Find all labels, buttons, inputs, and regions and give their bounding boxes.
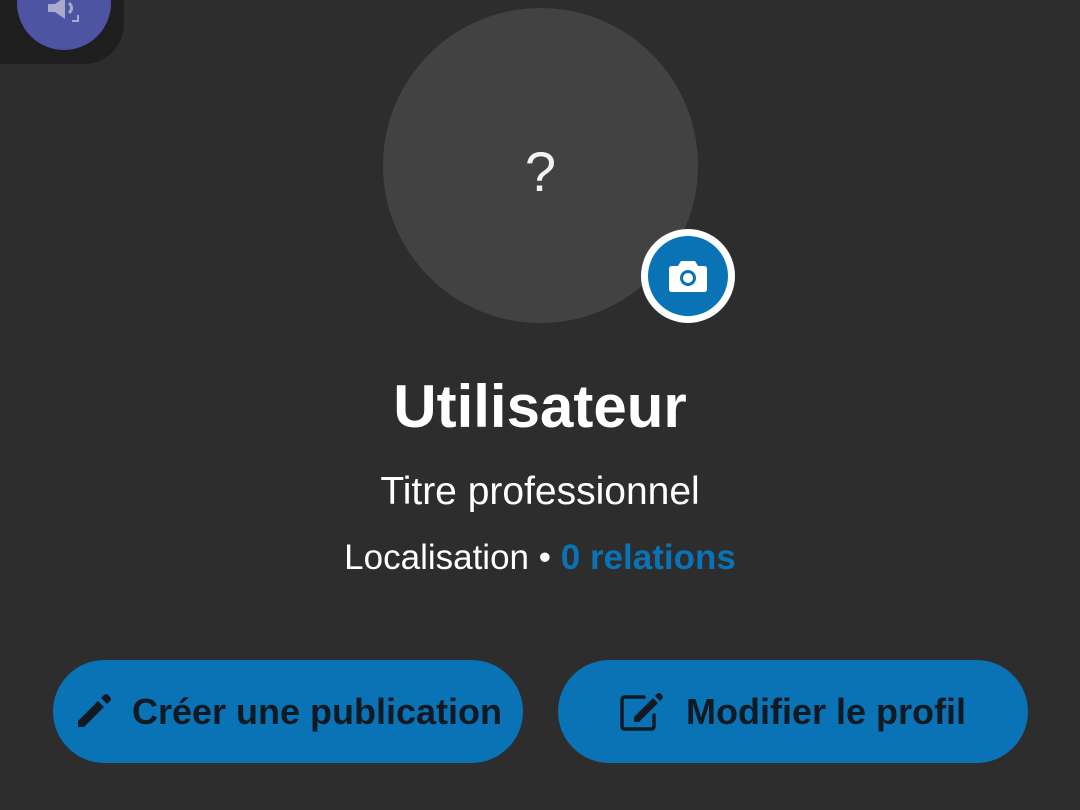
meta-separator: • xyxy=(538,538,552,577)
camera-button-background xyxy=(648,236,728,316)
profile-meta-line: Localisation • 0 relations xyxy=(0,537,1080,579)
profile-location: Localisation xyxy=(344,538,530,577)
volume-settings-icon xyxy=(48,0,79,22)
profile-name: Utilisateur xyxy=(393,373,687,440)
avatar-placeholder-text: ? xyxy=(524,140,557,203)
edit-square-icon xyxy=(620,692,663,731)
profile-headline: Titre professionnel xyxy=(380,470,700,513)
connections-link[interactable]: 0 relations xyxy=(561,538,736,577)
edit-profile-button[interactable]: Modifier le profil xyxy=(558,660,1028,763)
pencil-icon xyxy=(77,693,111,727)
change-photo-button[interactable] xyxy=(641,229,735,323)
edit-profile-label: Modifier le profil xyxy=(685,690,966,732)
create-post-button[interactable]: Créer une publication xyxy=(53,660,523,763)
create-post-label: Créer une publication xyxy=(131,690,503,732)
camera-icon xyxy=(669,261,707,292)
